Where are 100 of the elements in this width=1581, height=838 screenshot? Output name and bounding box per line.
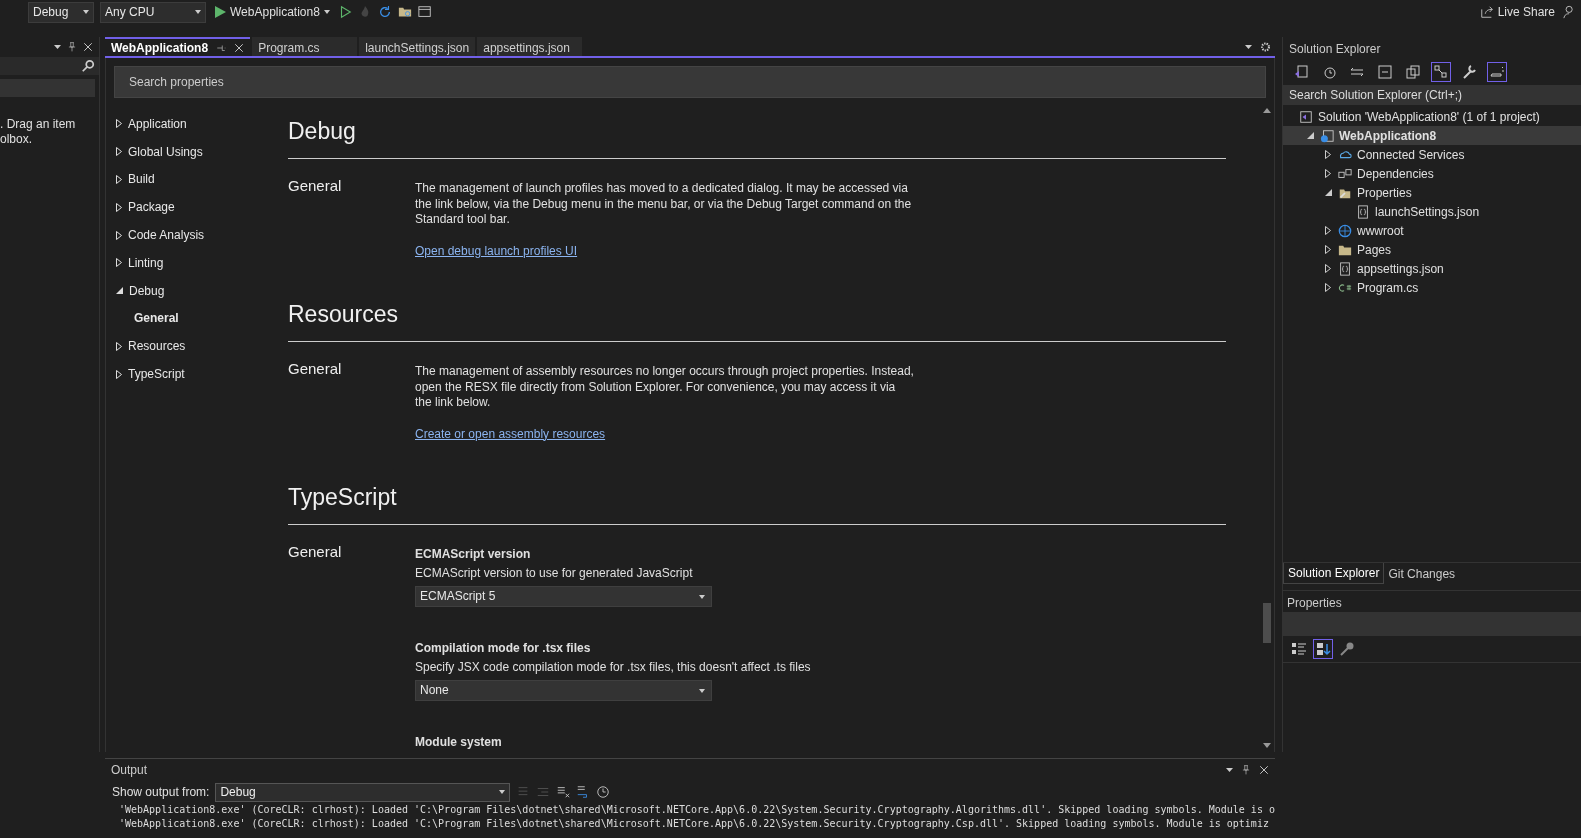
collapsed-arrow-icon[interactable] bbox=[1325, 169, 1331, 178]
search-field[interactable]: Search Solution Explorer (Ctrl+;) bbox=[1283, 85, 1581, 105]
tree-item[interactable]: Connected Services bbox=[1283, 145, 1581, 164]
collapsed-arrow-icon[interactable] bbox=[1325, 264, 1331, 273]
tree-item[interactable]: appsettings.json bbox=[1283, 259, 1581, 278]
tree-item[interactable]: Properties bbox=[1283, 183, 1581, 202]
dependencies-icon bbox=[1338, 166, 1352, 181]
nav-item[interactable]: Debug bbox=[116, 276, 278, 305]
tree-item[interactable]: Solution 'WebApplication8' (1 of 1 project) bbox=[1283, 107, 1581, 126]
link[interactable]: Create or open assembly resources bbox=[415, 426, 606, 442]
live-share-button[interactable]: Live Share bbox=[1477, 1, 1557, 23]
panel-tab[interactable]: Solution Explorer bbox=[1283, 563, 1385, 584]
preview-icon[interactable] bbox=[1487, 62, 1507, 82]
clear-all-icon bbox=[556, 785, 571, 799]
globe-icon bbox=[1338, 223, 1352, 238]
platform-dropdown[interactable]: Any CPU bbox=[100, 1, 206, 23]
panel-title: Output bbox=[111, 763, 148, 777]
view-tree-icon[interactable] bbox=[1431, 62, 1451, 82]
sort-alphabetical-icon[interactable] bbox=[1313, 639, 1333, 659]
setting-label: Module system bbox=[415, 735, 503, 751]
nav-item[interactable]: Package bbox=[116, 193, 278, 222]
indent-icon bbox=[536, 785, 551, 799]
expanded-arrow-icon[interactable] bbox=[1306, 132, 1314, 139]
tree-item[interactable]: WebApplication8 bbox=[1283, 126, 1581, 145]
play-icon bbox=[214, 6, 226, 18]
nav-item[interactable]: TypeScript bbox=[116, 360, 278, 388]
setting-label: Compilation mode for .tsx files bbox=[415, 641, 592, 657]
nav-item[interactable]: Application bbox=[116, 110, 278, 138]
toolbox-message: olbox. bbox=[0, 132, 34, 147]
caret-icon bbox=[1245, 44, 1252, 49]
expanded-arrow-icon[interactable] bbox=[1324, 189, 1332, 196]
tree-item[interactable]: launchSettings.json bbox=[1283, 202, 1581, 221]
search-icon bbox=[81, 59, 95, 73]
section-heading: TypeScript bbox=[288, 478, 1226, 525]
description-text: The management of launch profiles has moved to a dedicated dialog. It may be accessed via the link below, via the Debug menu in the menu bar, or via the Debug Target command on the Standard tool bar. bbox=[415, 180, 913, 228]
output-source-label: Show output from: bbox=[112, 785, 210, 799]
document-tab[interactable]: appsettings.json bbox=[477, 37, 583, 56]
folder-search-icon bbox=[397, 5, 412, 19]
scroll-down-icon[interactable] bbox=[1263, 743, 1271, 748]
scrollbar-thumb[interactable] bbox=[1263, 603, 1271, 643]
caret-icon bbox=[54, 45, 61, 49]
tree-item[interactable]: Program.cs bbox=[1283, 278, 1581, 297]
setting-description: ECMAScript version to use for generated JavaScript bbox=[415, 565, 694, 581]
caret-icon bbox=[1226, 768, 1233, 772]
document-tab[interactable]: WebApplication8 bbox=[105, 37, 251, 56]
search-field[interactable]: Search properties bbox=[114, 66, 1266, 98]
collapsed-arrow-icon bbox=[116, 119, 122, 129]
setting-dropdown[interactable]: None bbox=[415, 680, 712, 701]
section-heading: Resources bbox=[288, 295, 1226, 342]
group-heading: General bbox=[288, 177, 343, 196]
collapsed-arrow-icon bbox=[116, 230, 122, 240]
setting-description: Specify JSX code compilation mode for .tsx files, this doesn't affect .ts files bbox=[415, 659, 812, 675]
group-heading: General bbox=[288, 360, 343, 379]
nav-item[interactable]: Linting bbox=[116, 249, 278, 277]
start-button[interactable]: WebApplication8 bbox=[212, 1, 332, 23]
nav-item[interactable]: Global Usings bbox=[116, 137, 278, 166]
nav-item[interactable]: Resources bbox=[116, 332, 278, 361]
panel-title: Solution Explorer bbox=[1288, 41, 1382, 58]
json-file-icon bbox=[1356, 204, 1370, 219]
configuration-dropdown[interactable]: Debug bbox=[28, 1, 94, 23]
tree-item[interactable]: Pages bbox=[1283, 240, 1581, 259]
tree-item[interactable]: wwwroot bbox=[1283, 221, 1581, 240]
document-tab[interactable]: Program.cs bbox=[252, 37, 358, 56]
output-source-dropdown[interactable]: Debug bbox=[215, 782, 511, 802]
setting-label: ECMAScript version bbox=[415, 547, 532, 563]
collapsed-arrow-icon bbox=[116, 147, 122, 157]
scroll-up-icon[interactable] bbox=[1263, 108, 1271, 113]
solution-icon bbox=[1299, 109, 1313, 124]
pin-icon bbox=[67, 40, 77, 54]
collapsed-arrow-icon bbox=[116, 175, 122, 184]
window-icon bbox=[417, 5, 432, 19]
collapsed-arrow-icon[interactable] bbox=[1325, 226, 1331, 235]
collapsed-arrow-icon[interactable] bbox=[1325, 283, 1331, 292]
close-icon bbox=[1259, 763, 1269, 777]
clock-icon bbox=[596, 785, 611, 799]
nav-item[interactable]: Build bbox=[116, 165, 278, 194]
collapsed-arrow-icon bbox=[116, 369, 122, 379]
panel-tab[interactable]: Git Changes bbox=[1384, 563, 1460, 584]
group-heading: General bbox=[288, 543, 343, 562]
setting-dropdown[interactable]: ECMAScript 5 bbox=[415, 586, 712, 607]
document-tab[interactable]: launchSettings.json bbox=[359, 37, 476, 56]
share-icon bbox=[1479, 5, 1494, 19]
expanded-arrow-icon bbox=[116, 287, 123, 295]
copy-icon[interactable] bbox=[1403, 62, 1423, 82]
collapse-all-icon[interactable] bbox=[1375, 62, 1395, 82]
nav-item[interactable]: Code Analysis bbox=[116, 221, 278, 249]
nav-item[interactable]: General bbox=[116, 304, 278, 333]
pin-icon bbox=[1241, 763, 1251, 777]
collapsed-arrow-icon bbox=[116, 258, 122, 268]
tree-item[interactable]: Dependencies bbox=[1283, 164, 1581, 183]
collapsed-arrow-icon bbox=[116, 341, 122, 351]
collapsed-arrow-icon[interactable] bbox=[1325, 150, 1331, 159]
toolbox-message: . Drag an item bbox=[0, 117, 77, 132]
collapsed-arrow-icon[interactable] bbox=[1325, 245, 1331, 254]
json-file-icon bbox=[1338, 261, 1352, 276]
link[interactable]: Open debug launch profiles UI bbox=[415, 243, 578, 259]
refresh-icon bbox=[377, 5, 392, 19]
output-line: 'WebApplication8.exe' (CoreCLR: clrhost): Loaded 'C:\Program Files\dotnet\shared\Microsoft.NETCore.App\6.0.22\System.Security.Cryptography.Algorithms.dll'. Skipped loading symbols. Module is o bbox=[119, 803, 1275, 817]
web-project-icon bbox=[1320, 128, 1334, 143]
output-line: 'WebApplication8.exe' (CoreCLR: clrhost): Loaded 'C:\Program Files\dotnet\shared\Microsoft.NETCore.App\6.0.22\System.Security.Cryptography.Csp.dll'. Skipped loading symbols. Module is optimiz bbox=[119, 817, 1270, 831]
